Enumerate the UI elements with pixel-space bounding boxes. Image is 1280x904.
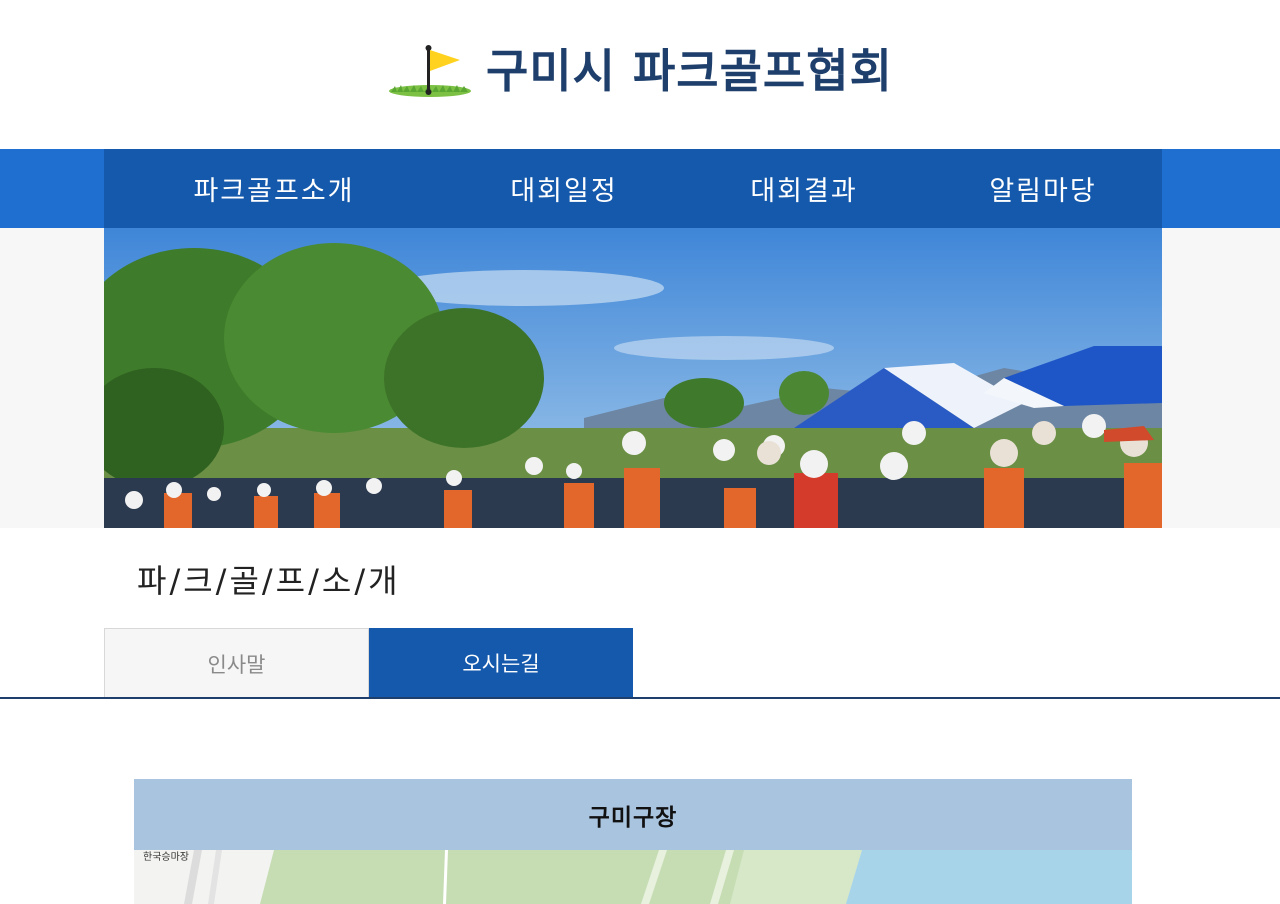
banner-photo bbox=[104, 228, 1162, 528]
site-title: 구미시 파크골프협회 bbox=[486, 44, 893, 98]
map-place-label: 한국승마장 bbox=[143, 852, 189, 863]
nav-item-schedule[interactable]: 대회일정 bbox=[444, 149, 684, 228]
page-title: 파/크/골/프/소/개 bbox=[137, 562, 401, 600]
tab-divider bbox=[0, 697, 1280, 699]
main-nav: 파크골프소개 대회일정 대회결과 알림마당 bbox=[104, 149, 1162, 228]
map-heading: 구미구장 bbox=[134, 779, 1132, 850]
site-header: 구미시 파크골프협회 bbox=[0, 0, 1280, 149]
golf-flag-icon bbox=[386, 40, 472, 102]
site-logo[interactable]: 구미시 파크골프협회 bbox=[386, 40, 893, 102]
sub-tabs: 인사말 오시는길 bbox=[104, 628, 633, 698]
nav-item-park-golf-intro[interactable]: 파크골프소개 bbox=[104, 149, 444, 228]
map-view[interactable]: 한국승마장 bbox=[134, 850, 1132, 904]
tab-directions[interactable]: 오시는길 bbox=[369, 628, 633, 698]
nav-item-notices[interactable]: 알림마당 bbox=[924, 149, 1162, 228]
map-panel: 구미구장 한국승마장 bbox=[134, 779, 1132, 904]
tab-greeting[interactable]: 인사말 bbox=[104, 628, 369, 698]
nav-item-results[interactable]: 대회결과 bbox=[684, 149, 924, 228]
